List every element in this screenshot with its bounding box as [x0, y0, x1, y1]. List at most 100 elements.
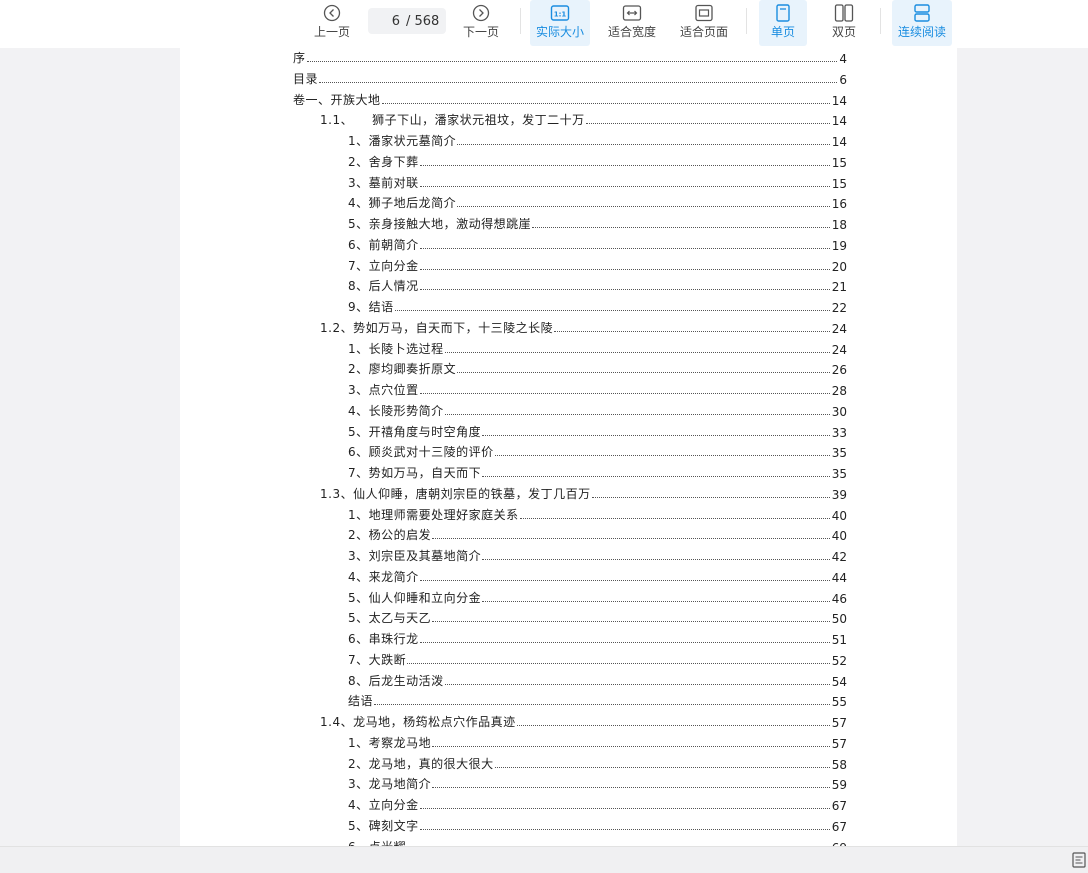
toc-entry[interactable]: 1.1、 狮子下山，潘家状元祖坟，发丁二十万 14 [320, 108, 847, 128]
toc-entry[interactable]: 6、点光耀69 [348, 835, 847, 847]
toc-entry-page: 42 [831, 550, 847, 564]
toc-entry-title: 3、点穴位置 [348, 383, 419, 397]
toc-entry[interactable]: 卷一、开族大地 14 [293, 88, 847, 108]
actual-size-button[interactable]: 1:1 实际大小 [530, 0, 590, 46]
toc-entry[interactable]: 4、狮子地后龙简介 16 [348, 191, 847, 211]
toc-entry[interactable]: 结语 55 [348, 689, 847, 709]
toc-entry[interactable]: 7、势如万马，自天而下 35 [348, 461, 847, 481]
chevron-left-circle-icon [323, 4, 341, 22]
toc-entry[interactable]: 目录 6 [293, 67, 847, 87]
toc-entry[interactable]: 8、后人情况 21 [348, 274, 847, 294]
continuous-reading-button[interactable]: 连续阅读 [892, 0, 952, 46]
toc-entry-page: 16 [831, 197, 847, 212]
next-page-label: 下一页 [462, 25, 499, 39]
toc-entry-page: 67 [831, 799, 847, 813]
toc-entry[interactable]: 1、考察龙马地 57 [348, 731, 847, 751]
toc-leader-dots [444, 683, 830, 685]
toc-entry-title: 目录 [293, 71, 319, 86]
toc-entry[interactable]: 1.4、龙马地，杨筠松点穴作品真迹 57 [320, 710, 847, 730]
toc-entry-page: 14 [831, 114, 847, 129]
toc-entry[interactable]: 5、开禧角度与时空角度 33 [348, 420, 847, 440]
toc-leader-dots [432, 745, 830, 747]
outline-icon[interactable] [1072, 852, 1086, 868]
prev-page-button[interactable]: 上一页 [310, 0, 354, 46]
fit-width-button[interactable]: 适合宽度 [603, 0, 661, 46]
toc-entry[interactable]: 5、仙人仰睡和立向分金 46 [348, 586, 847, 606]
toc-entry-page: 14 [831, 93, 847, 108]
toc-entry[interactable]: 4、来龙简介 44 [348, 565, 847, 585]
toc-entry-title: 4、狮子地后龙简介 [348, 196, 457, 211]
toc-entry[interactable]: 3、刘宗臣及其墓地简介 42 [348, 544, 847, 564]
toc-entry[interactable]: 序4 [293, 48, 847, 66]
toc-entry[interactable]: 6、顾炎武对十三陵的评价 35 [348, 440, 847, 460]
toc-entry[interactable]: 1、地理师需要处理好家庭关系 40 [348, 503, 847, 523]
toc-entry-page: 18 [831, 218, 847, 232]
toc-entry-page: 54 [831, 674, 847, 689]
toc-entry-title: 3、墓前对联 [348, 175, 419, 190]
toc-entry[interactable]: 1、潘家状元墓简介 14 [348, 129, 847, 149]
toc-entry[interactable]: 4、立向分金 67 [348, 793, 847, 813]
toc-entry-page: 6 [839, 72, 847, 87]
toc-leader-dots [519, 517, 830, 519]
toc-entry[interactable]: 3、点穴位置 28 [348, 378, 847, 398]
fit-page-icon [695, 4, 713, 22]
toc-entry[interactable]: 7、大跌断 52 [348, 648, 847, 668]
current-page-input[interactable]: 6 [368, 14, 406, 29]
toc-entry-page: 40 [831, 529, 847, 544]
toc-leader-dots [394, 310, 830, 311]
toc-entry[interactable]: 2、廖均卿奏折原文 26 [348, 357, 847, 377]
toc-entry[interactable]: 5、太乙与天乙 50 [348, 606, 847, 626]
toc-entry[interactable]: 5、亲身接触大地，激动得想跳崖 18 [348, 212, 847, 232]
toc-entry-page: 4 [839, 52, 847, 66]
toc-entry-page: 55 [831, 695, 847, 710]
toc-leader-dots [482, 600, 830, 602]
toc-leader-dots [419, 808, 830, 809]
toc-entry[interactable]: 2、杨公的启发 40 [348, 523, 847, 543]
toc-entry[interactable]: 6、串珠行龙 51 [348, 627, 847, 647]
viewer-toolbar: 上一页 6 / 568 下一页 1:1 实际大小 适合宽度 适合页面 单页 双页… [0, 0, 1088, 48]
toc-entry-title: 6、前朝简介 [348, 237, 419, 252]
toolbar-divider [520, 8, 521, 34]
fit-page-button[interactable]: 适合页面 [675, 0, 733, 46]
toc-entry-title: 5、亲身接触大地，激动得想跳崖 [348, 217, 532, 231]
toc-leader-dots [444, 351, 830, 353]
toc-entry[interactable]: 2、舍身下葬 15 [348, 150, 847, 170]
toc-entry[interactable]: 5、碑刻文字 67 [348, 814, 847, 834]
toc-leader-dots [457, 372, 830, 374]
toc-entry-title: 结语 [348, 694, 374, 709]
toc-entry[interactable]: 4、长陵形势简介 30 [348, 399, 847, 419]
toc-leader-dots [419, 642, 830, 643]
toc-entry-page: 57 [831, 736, 847, 751]
next-page-button[interactable]: 下一页 [459, 0, 503, 46]
toc-entry-title: 4、长陵形势简介 [348, 403, 444, 418]
toc-entry[interactable]: 2、龙马地，真的很大很大 58 [348, 752, 847, 772]
toc-entry-page: 22 [831, 301, 847, 315]
toc-entry[interactable]: 1、长陵卜选过程 24 [348, 337, 847, 357]
toc-entry[interactable]: 6、前朝简介 19 [348, 233, 847, 253]
toc-leader-dots [591, 496, 830, 498]
toc-entry[interactable]: 8、后龙生动活泼 54 [348, 669, 847, 689]
toc-entry-title: 2、舍身下葬 [348, 154, 419, 169]
toc-entry[interactable]: 9、结语 22 [348, 295, 847, 315]
toc-entry[interactable]: 3、墓前对联 15 [348, 171, 847, 191]
toc-entry-page: 20 [831, 259, 847, 274]
toc-entry-title: 8、后龙生动活泼 [348, 673, 444, 688]
toc-entry-title: 6、串珠行龙 [348, 632, 419, 646]
toc-entry[interactable]: 1.2、势如万马，自天而下，十三陵之长陵 24 [320, 316, 847, 336]
toc-entry-page: 33 [831, 425, 847, 440]
toc-entry[interactable]: 1.3、仙人仰睡，唐朝刘宗臣的铁墓，发丁几百万 39 [320, 482, 847, 502]
toc-entry[interactable]: 7、立向分金 20 [348, 254, 847, 274]
toolbar-divider [746, 8, 747, 34]
toc-entry[interactable]: 3、龙马地简介 59 [348, 772, 847, 792]
single-page-button[interactable]: 单页 [759, 0, 807, 46]
double-page-button[interactable]: 双页 [820, 0, 868, 46]
toc-leader-dots [482, 434, 830, 436]
toc-leader-dots [419, 185, 830, 187]
toc-entry-page: 58 [831, 757, 847, 772]
toc-entry-page: 46 [831, 591, 847, 606]
toc-entry-title: 7、大跌断 [348, 652, 407, 667]
toc-entry-title: 5、仙人仰睡和立向分金 [348, 590, 482, 605]
toc-entry-title: 1.4、龙马地，杨筠松点穴作品真迹 [320, 715, 516, 729]
toc-entry-title: 9、结语 [348, 300, 394, 314]
toc-entry-title: 4、来龙简介 [348, 569, 419, 584]
